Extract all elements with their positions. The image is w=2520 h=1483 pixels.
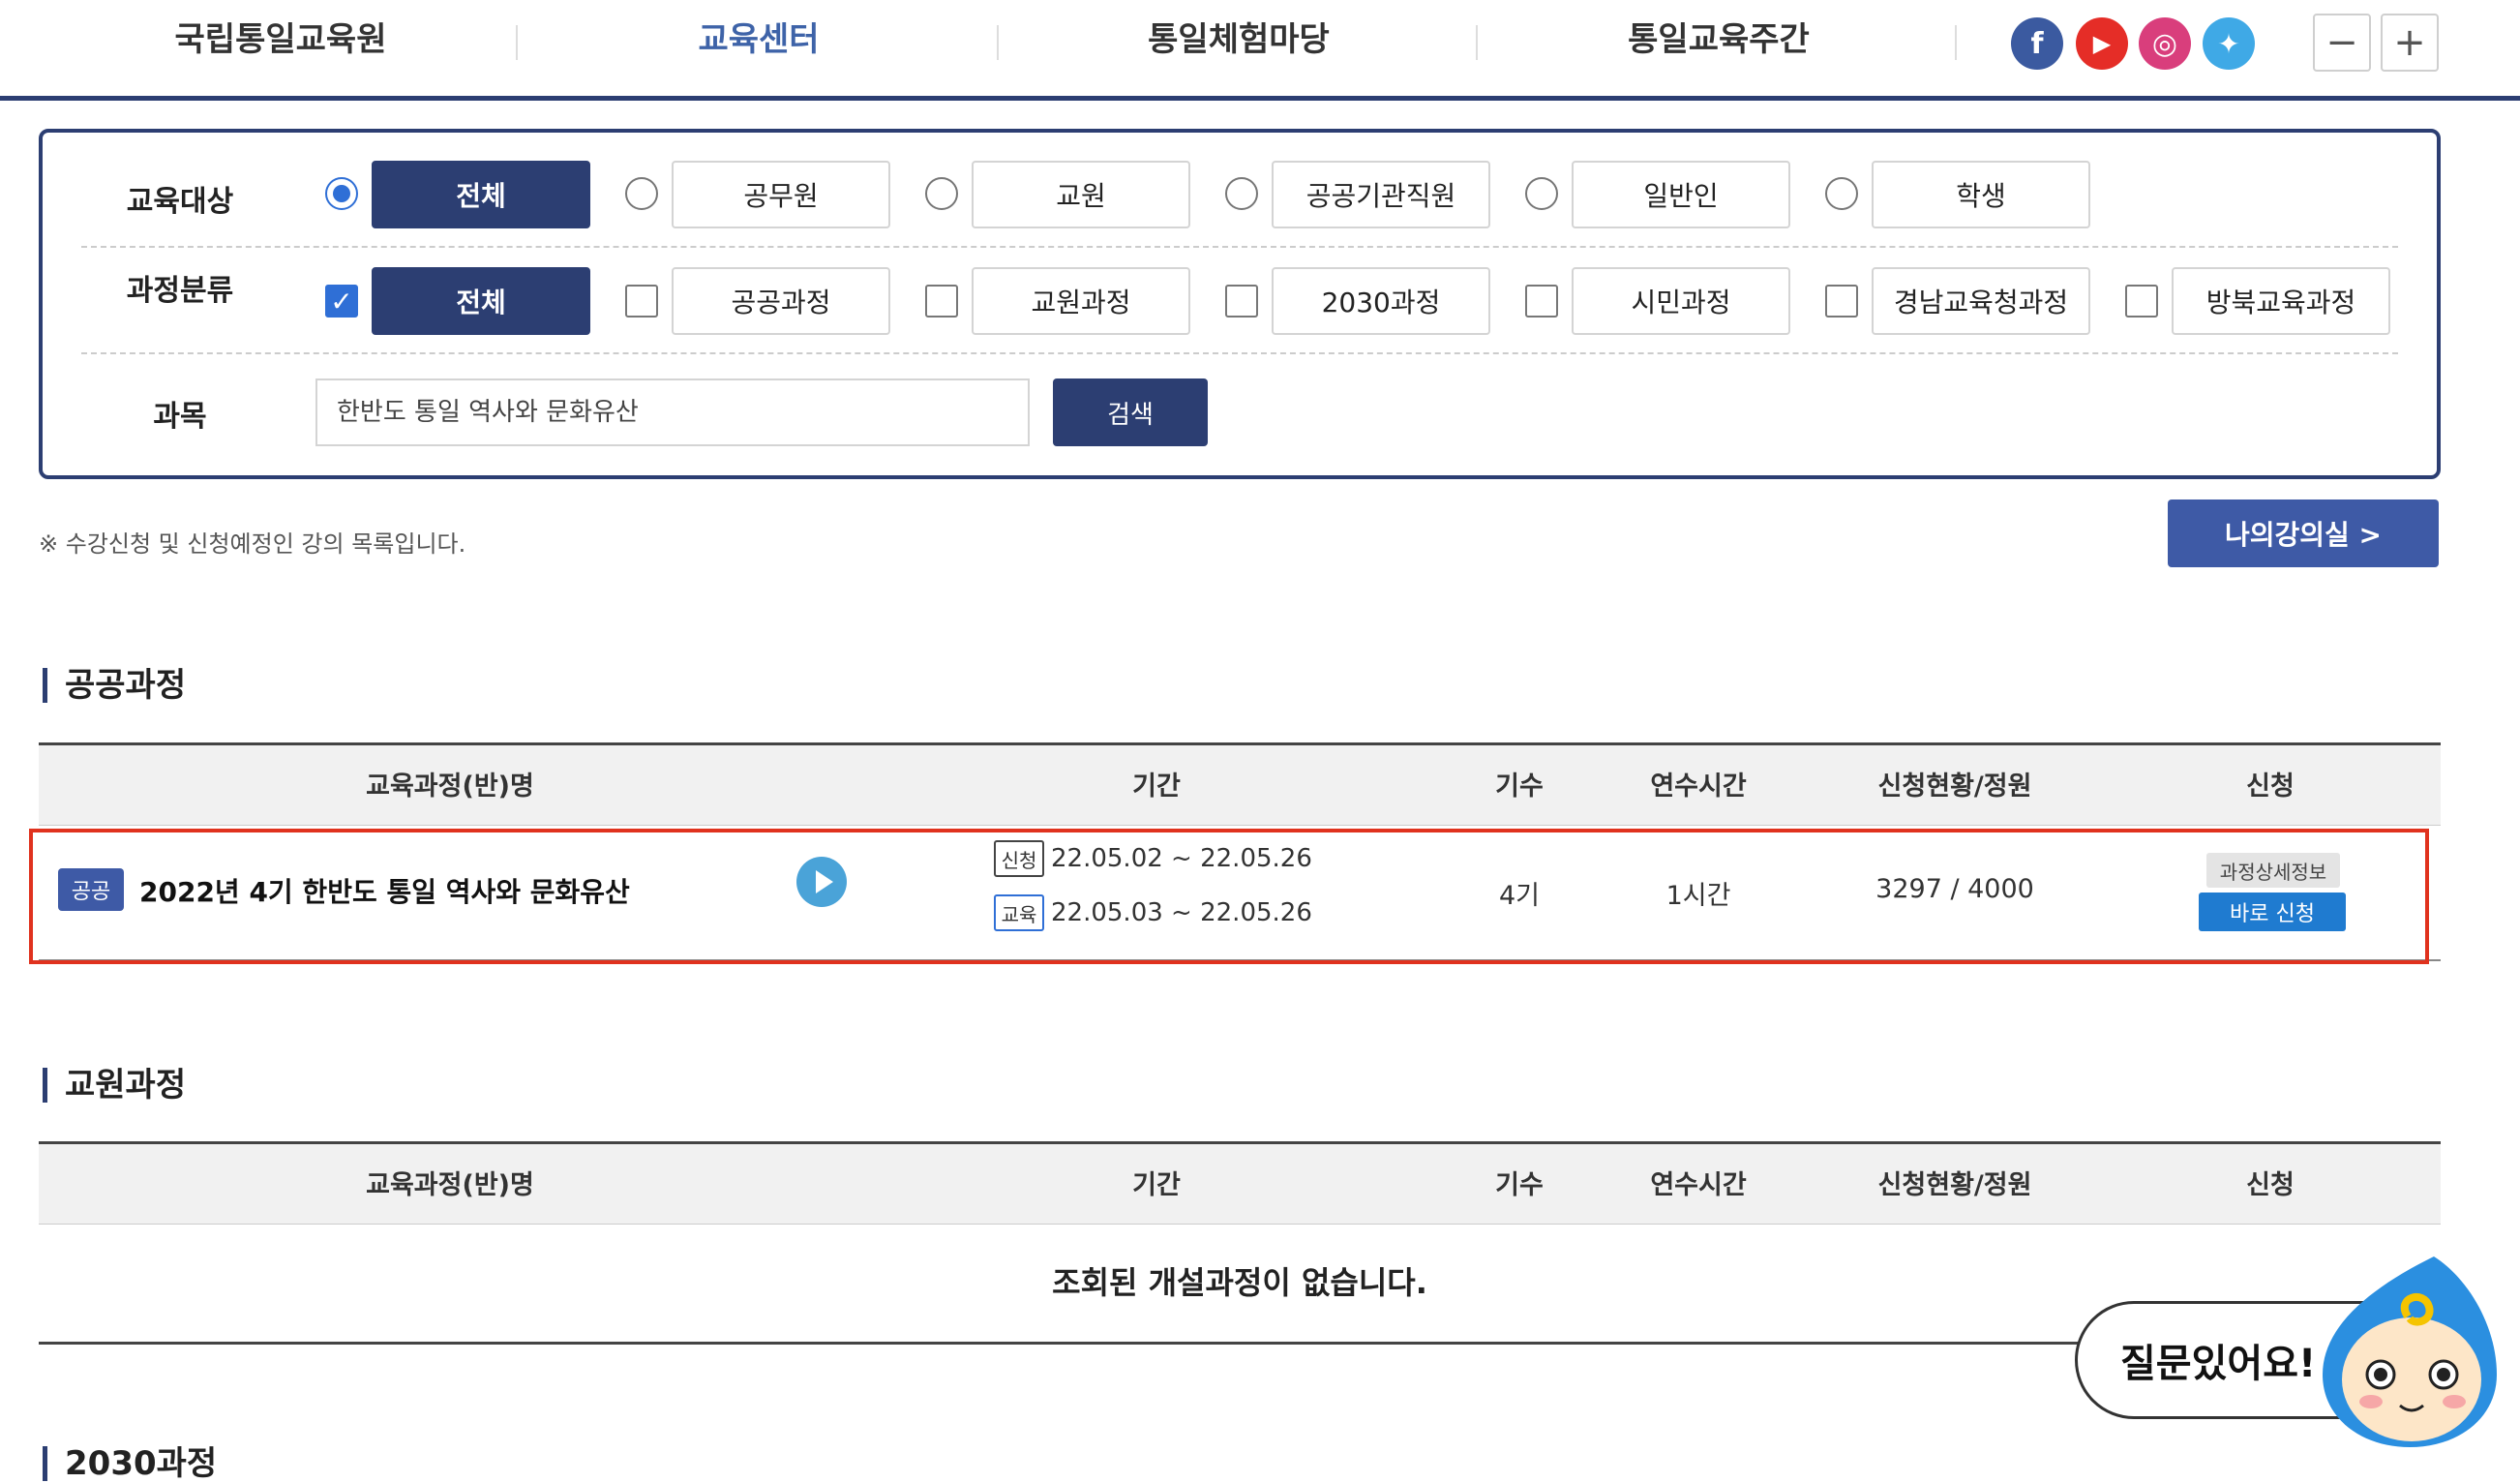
youtube-icon[interactable]: ▶	[2076, 17, 2128, 70]
play-icon[interactable]	[796, 857, 847, 907]
instagram-icon[interactable]: ◎	[2139, 17, 2191, 70]
option-target-teachers[interactable]: 교원	[972, 161, 1190, 228]
apply-period: 22.05.02 ~ 22.05.26	[1051, 844, 1312, 873]
col-period: 기간	[1132, 772, 1181, 802]
edu-period-tag: 교육	[994, 894, 1044, 931]
col-term: 기수	[1495, 1170, 1544, 1200]
col-hours: 연수시간	[1650, 772, 1747, 802]
apply-period-tag: 신청	[994, 840, 1044, 877]
radio-target-teachers[interactable]	[925, 177, 958, 210]
nav-item-experience[interactable]: 통일체험마당	[1094, 14, 1384, 66]
checkbox-category-citizen[interactable]	[1525, 285, 1558, 318]
course-detail-button[interactable]: 과정상세정보	[2206, 853, 2340, 888]
option-category-2030[interactable]: 2030과정	[1272, 267, 1490, 335]
chatbot-label: 질문있어요!	[2120, 1342, 2317, 1386]
option-category-gyeongnam[interactable]: 경남교육청과정	[1872, 267, 2090, 335]
list-notice: ※ 수강신청 및 신청예정인 강의 목록입니다.	[39, 530, 466, 558]
col-apply: 신청	[2246, 772, 2295, 802]
apply-now-button[interactable]: 바로 신청	[2199, 893, 2346, 931]
nav-item-institute[interactable]: 국립통일교육원	[135, 14, 426, 66]
nav-item-education-center[interactable]: 교육센터	[614, 14, 904, 66]
course-term: 4기	[1498, 881, 1541, 911]
course-hours: 1시간	[1665, 881, 1731, 911]
section-title-2030: 2030과정	[43, 1446, 217, 1481]
option-category-public[interactable]: 공공과정	[672, 267, 890, 335]
col-hours: 연수시간	[1650, 1170, 1747, 1200]
search-button[interactable]: 검색	[1053, 378, 1208, 446]
nav-item-education-week[interactable]: 통일교육주간	[1574, 14, 1864, 66]
checkbox-category-2030[interactable]	[1225, 285, 1258, 318]
radio-target-officials[interactable]	[625, 177, 658, 210]
option-target-students[interactable]: 학생	[1872, 161, 2090, 228]
course-type-badge: 공공	[58, 868, 124, 911]
filter-label-subject: 과목	[153, 400, 207, 434]
option-category-teacher[interactable]: 교원과정	[972, 267, 1190, 335]
option-target-public-staff[interactable]: 공공기관직원	[1272, 161, 1490, 228]
option-category-all[interactable]: 전체	[372, 267, 590, 335]
checkbox-category-public[interactable]	[625, 285, 658, 318]
row-divider	[81, 352, 2398, 354]
course-enrollment: 3297 / 4000	[1875, 874, 2034, 904]
checkbox-category-gyeongnam[interactable]	[1825, 285, 1858, 318]
col-term: 기수	[1495, 772, 1544, 802]
option-category-citizen[interactable]: 시민과정	[1572, 267, 1790, 335]
edu-period: 22.05.03 ~ 22.05.26	[1051, 898, 1312, 927]
col-apply: 신청	[2246, 1170, 2295, 1200]
option-target-general[interactable]: 일반인	[1572, 161, 1790, 228]
nav-divider	[1476, 25, 1478, 60]
col-enrollment: 신청현황/정원	[1877, 772, 2032, 802]
checkbox-category-all[interactable]: ✓	[325, 285, 358, 318]
col-enrollment: 신청현황/정원	[1877, 1170, 2032, 1200]
nav-divider	[997, 25, 999, 60]
table-header-teacher: 교육과정(반)명 기간 기수 연수시간 신청현황/정원 신청	[39, 1141, 2441, 1225]
course-name-link[interactable]: 2022년 4기 한반도 통일 역사와 문화유산	[139, 871, 630, 910]
chatbot-mascot-icon[interactable]	[2303, 1249, 2506, 1452]
option-target-all[interactable]: 전체	[372, 161, 590, 228]
radio-target-students[interactable]	[1825, 177, 1858, 210]
table-header-public: 교육과정(반)명 기간 기수 연수시간 신청현황/정원 신청	[39, 742, 2441, 826]
subject-search-input[interactable]: 한반도 통일 역사와 문화유산	[315, 378, 1030, 446]
col-period: 기간	[1132, 1170, 1181, 1200]
radio-target-all[interactable]	[325, 177, 358, 210]
section-title-teacher: 교원과정	[43, 1068, 186, 1103]
zoom-out-button[interactable]: −	[2313, 14, 2371, 72]
facebook-icon[interactable]: f	[2011, 17, 2063, 70]
twitter-icon[interactable]: ✦	[2203, 17, 2255, 70]
nav-divider	[1955, 25, 1957, 60]
my-classroom-button[interactable]: 나의강의실 >	[2168, 499, 2439, 567]
option-category-north-visit[interactable]: 방북교육과정	[2172, 267, 2390, 335]
checkbox-category-north-visit[interactable]	[2125, 285, 2158, 318]
radio-target-public-staff[interactable]	[1225, 177, 1258, 210]
zoom-in-button[interactable]: +	[2381, 14, 2439, 72]
checkbox-category-teacher[interactable]	[925, 285, 958, 318]
nav-divider	[516, 25, 518, 60]
option-target-officials[interactable]: 공무원	[672, 161, 890, 228]
col-course-name: 교육과정(반)명	[366, 1170, 534, 1200]
col-course-name: 교육과정(반)명	[366, 772, 534, 802]
filter-label-target: 교육대상	[126, 185, 234, 219]
radio-target-general[interactable]	[1525, 177, 1558, 210]
row-divider	[81, 246, 2398, 248]
section-title-public: 공공과정	[43, 668, 186, 703]
empty-course-message: 조회된 개설과정이 없습니다.	[1052, 1264, 1427, 1301]
filter-label-category: 과정분류	[126, 274, 234, 308]
